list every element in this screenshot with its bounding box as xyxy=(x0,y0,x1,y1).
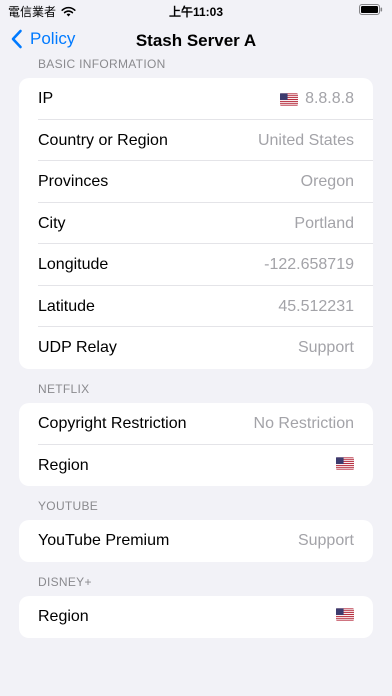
longitude-value: -122.658719 xyxy=(264,256,354,273)
battery-icon xyxy=(359,4,383,15)
list-item-youtube-premium[interactable]: YouTube Premium Support xyxy=(19,520,373,562)
section-header-basic: BASIC INFORMATION xyxy=(38,57,166,71)
longitude-label: Longitude xyxy=(38,256,109,273)
netflix-region-value xyxy=(336,456,354,470)
us-flag-icon xyxy=(280,92,299,106)
provinces-value: Oregon xyxy=(300,173,354,190)
latitude-value: 45.512231 xyxy=(278,297,354,315)
city-label: City xyxy=(38,214,66,232)
list-item-country[interactable]: Country or Region United States xyxy=(19,120,373,161)
status-bar: 電信業者 上午11:03 xyxy=(0,0,392,22)
list-item-longitude[interactable]: Longitude -122.658719 xyxy=(19,244,373,286)
status-time: 上午11:03 xyxy=(168,5,224,19)
disney-region-label: Region xyxy=(38,608,89,625)
youtube-group: YouTube Premium Support xyxy=(19,520,373,562)
page-title: Stash Server A xyxy=(135,31,257,50)
basic-info-group: IP 8.8.8.8 Country or Region United Stat… xyxy=(19,78,373,369)
list-item-city[interactable]: City Portland xyxy=(19,203,373,244)
country-value: United States xyxy=(257,131,354,149)
us-flag-icon xyxy=(336,608,354,621)
youtube-premium-value: Support xyxy=(297,532,354,549)
section-header-youtube: YOUTUBE xyxy=(38,499,99,513)
list-item-latitude[interactable]: Latitude 45.512231 xyxy=(19,286,373,327)
list-item-disney-region[interactable]: Region xyxy=(19,596,373,638)
section-header-netflix: NETFLIX xyxy=(38,382,90,396)
copyright-restriction-value: No Restriction xyxy=(253,415,354,432)
list-item-netflix-region[interactable]: Region xyxy=(19,445,373,487)
list-item-copyright-restriction[interactable]: Copyright Restriction No Restriction xyxy=(19,403,373,445)
ip-label: IP xyxy=(38,90,54,107)
navigation-bar: Policy Stash Server A xyxy=(0,26,392,56)
disney-group: Region xyxy=(19,596,373,638)
section-header-disney: DISNEY+ xyxy=(38,575,92,589)
list-item-provinces[interactable]: Provinces Oregon xyxy=(19,161,373,203)
copyright-restriction-label: Copyright Restriction xyxy=(38,415,187,432)
provinces-label: Provinces xyxy=(38,173,109,190)
udp-relay-label: UDP Relay xyxy=(38,339,117,356)
ip-value-container: 8.8.8.8 xyxy=(280,90,354,108)
list-item-ip[interactable]: IP 8.8.8.8 xyxy=(19,78,373,120)
udp-relay-value: Support xyxy=(297,339,354,356)
ip-value: 8.8.8.8 xyxy=(305,90,354,107)
youtube-premium-label: YouTube Premium xyxy=(38,532,170,549)
latitude-label: Latitude xyxy=(38,297,95,315)
netflix-group: Copyright Restriction No Restriction Reg… xyxy=(19,403,373,486)
netflix-region-label: Region xyxy=(38,456,89,474)
us-flag-icon xyxy=(336,456,354,470)
country-label: Country or Region xyxy=(38,131,168,149)
city-value: Portland xyxy=(294,214,354,232)
disney-region-value xyxy=(336,608,354,621)
list-item-udp-relay[interactable]: UDP Relay Support xyxy=(19,327,373,369)
